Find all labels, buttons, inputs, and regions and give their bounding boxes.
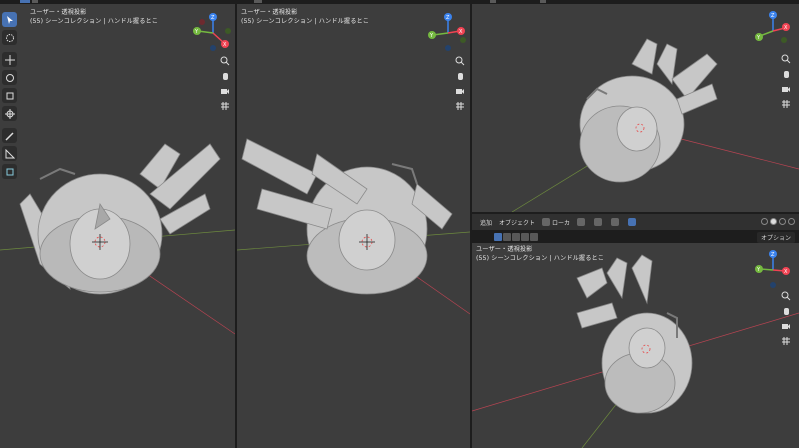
add-menu[interactable]: 追加 — [480, 218, 492, 227]
svg-text:Z: Z — [771, 13, 775, 19]
hand-icon[interactable] — [779, 304, 792, 317]
tab-indicator — [20, 0, 30, 3]
viewport-4-header: 追加 オブジェクト ローカ — [472, 214, 799, 230]
move-icon[interactable] — [2, 52, 17, 67]
nav-controls — [218, 54, 232, 114]
collection-label: (55) シーンコレクション | ハンドル握るとこ — [30, 18, 159, 25]
rendered-shading-icon[interactable] — [788, 218, 795, 225]
viewport-2-info: ユーザー・透視投影 (55) シーンコレクション | ハンドル握るとこ — [241, 8, 369, 26]
camera-icon[interactable] — [453, 84, 466, 97]
camera-icon[interactable] — [779, 319, 792, 332]
select-invert-icon[interactable] — [521, 232, 529, 241]
grid-icon[interactable] — [218, 99, 231, 112]
tab-indicator — [254, 0, 262, 3]
hand-icon[interactable] — [779, 67, 792, 80]
add-cube-icon[interactable] — [2, 164, 17, 179]
annotate-icon[interactable] — [2, 128, 17, 143]
viewport-1-info: ユーザー・透視投影 (55) シーンコレクション | ハンドル握るとこ — [30, 8, 158, 26]
scale-icon[interactable] — [2, 88, 17, 103]
cursor-icon[interactable] — [2, 30, 17, 45]
model-1 — [19, 143, 221, 295]
viewport-4[interactable]: ユーザー・透視投影 (55) シーンコレクション | ハンドル握るとこ Z Y … — [472, 243, 799, 448]
material-shading-icon[interactable] — [779, 218, 786, 225]
grid-icon[interactable] — [779, 334, 792, 347]
solid-shading-icon[interactable] — [770, 218, 777, 225]
svg-text:Z: Z — [446, 15, 450, 21]
measure-icon[interactable] — [2, 146, 17, 161]
camera-icon[interactable] — [218, 84, 231, 97]
hand-icon[interactable] — [218, 69, 231, 82]
navigation-gizmo[interactable]: Z Y X — [750, 247, 796, 293]
model-4 — [576, 254, 693, 414]
view-mode-label: ユーザー・透視投影 — [241, 9, 298, 16]
object-menu[interactable]: オブジェクト — [499, 218, 535, 227]
camera-icon[interactable] — [779, 82, 792, 95]
viewport-4-info: ユーザー・透視投影 (55) シーンコレクション | ハンドル握るとこ — [476, 245, 604, 263]
nav-controls — [453, 54, 467, 114]
transform-orientation-label: ローカ — [552, 219, 571, 227]
svg-text:Z: Z — [211, 15, 215, 21]
proportional-icon[interactable] — [611, 218, 621, 226]
options-button[interactable]: オプション — [756, 232, 795, 243]
zoom-icon[interactable] — [779, 289, 792, 302]
tab-indicator — [490, 0, 496, 3]
snap-icon[interactable] — [594, 218, 604, 226]
select-modes — [494, 232, 539, 241]
select-intersect-icon[interactable] — [530, 232, 538, 241]
shading-modes — [759, 218, 795, 225]
model-3 — [579, 38, 718, 183]
svg-text:X: X — [223, 42, 227, 48]
navigation-gizmo[interactable]: Z Y X — [750, 8, 796, 54]
orientation-icon — [542, 218, 551, 226]
navigation-gizmo[interactable]: Z Y X — [190, 10, 235, 56]
tab-indicator — [540, 0, 546, 3]
viewport-3[interactable]: Z Y X — [472, 4, 799, 212]
transform-icon[interactable] — [2, 106, 17, 121]
viewport-4-subheader: オプション — [472, 230, 799, 243]
select-new-icon[interactable] — [494, 232, 502, 241]
nav-controls — [779, 289, 793, 349]
overlay-icon[interactable] — [628, 218, 638, 226]
viewport-1-scene — [0, 143, 235, 335]
transform-orientation[interactable]: ローカ — [542, 218, 570, 227]
navigation-gizmo[interactable]: Z Y X — [425, 10, 470, 56]
pivot-icon[interactable] — [577, 218, 587, 226]
collection-label: (55) シーンコレクション | ハンドル握るとこ — [241, 18, 370, 25]
collection-label: (55) シーンコレクション | ハンドル握るとこ — [476, 255, 605, 262]
zoom-icon[interactable] — [453, 54, 466, 67]
grid-icon[interactable] — [453, 99, 466, 112]
select-subtract-icon[interactable] — [512, 232, 520, 241]
zoom-icon[interactable] — [218, 54, 231, 67]
svg-text:Z: Z — [771, 252, 775, 258]
viewport-2[interactable]: ユーザー・透視投影 (55) シーンコレクション | ハンドル握るとこ Z Y … — [237, 4, 470, 448]
view-mode-label: ユーザー・透視投影 — [30, 9, 87, 16]
view-mode-label: ユーザー・透視投影 — [476, 246, 533, 253]
wireframe-shading-icon[interactable] — [761, 218, 768, 225]
nav-controls — [779, 52, 793, 112]
tool-bar — [2, 12, 18, 182]
zoom-icon[interactable] — [779, 52, 792, 65]
tab-indicator — [32, 0, 38, 3]
svg-text:X: X — [459, 29, 463, 35]
select-box-icon[interactable] — [2, 12, 17, 27]
rotate-icon[interactable] — [2, 70, 17, 85]
model-2 — [241, 138, 453, 295]
viewport-2-scene — [237, 138, 470, 315]
hand-icon[interactable] — [453, 69, 466, 82]
svg-text:X: X — [784, 269, 788, 275]
select-extend-icon[interactable] — [503, 232, 511, 241]
grid-icon[interactable] — [779, 97, 792, 110]
svg-text:X: X — [784, 25, 788, 31]
viewport-1[interactable]: ユーザー・透視投影 (55) シーンコレクション | ハンドル握るとこ Z Y … — [0, 4, 235, 448]
